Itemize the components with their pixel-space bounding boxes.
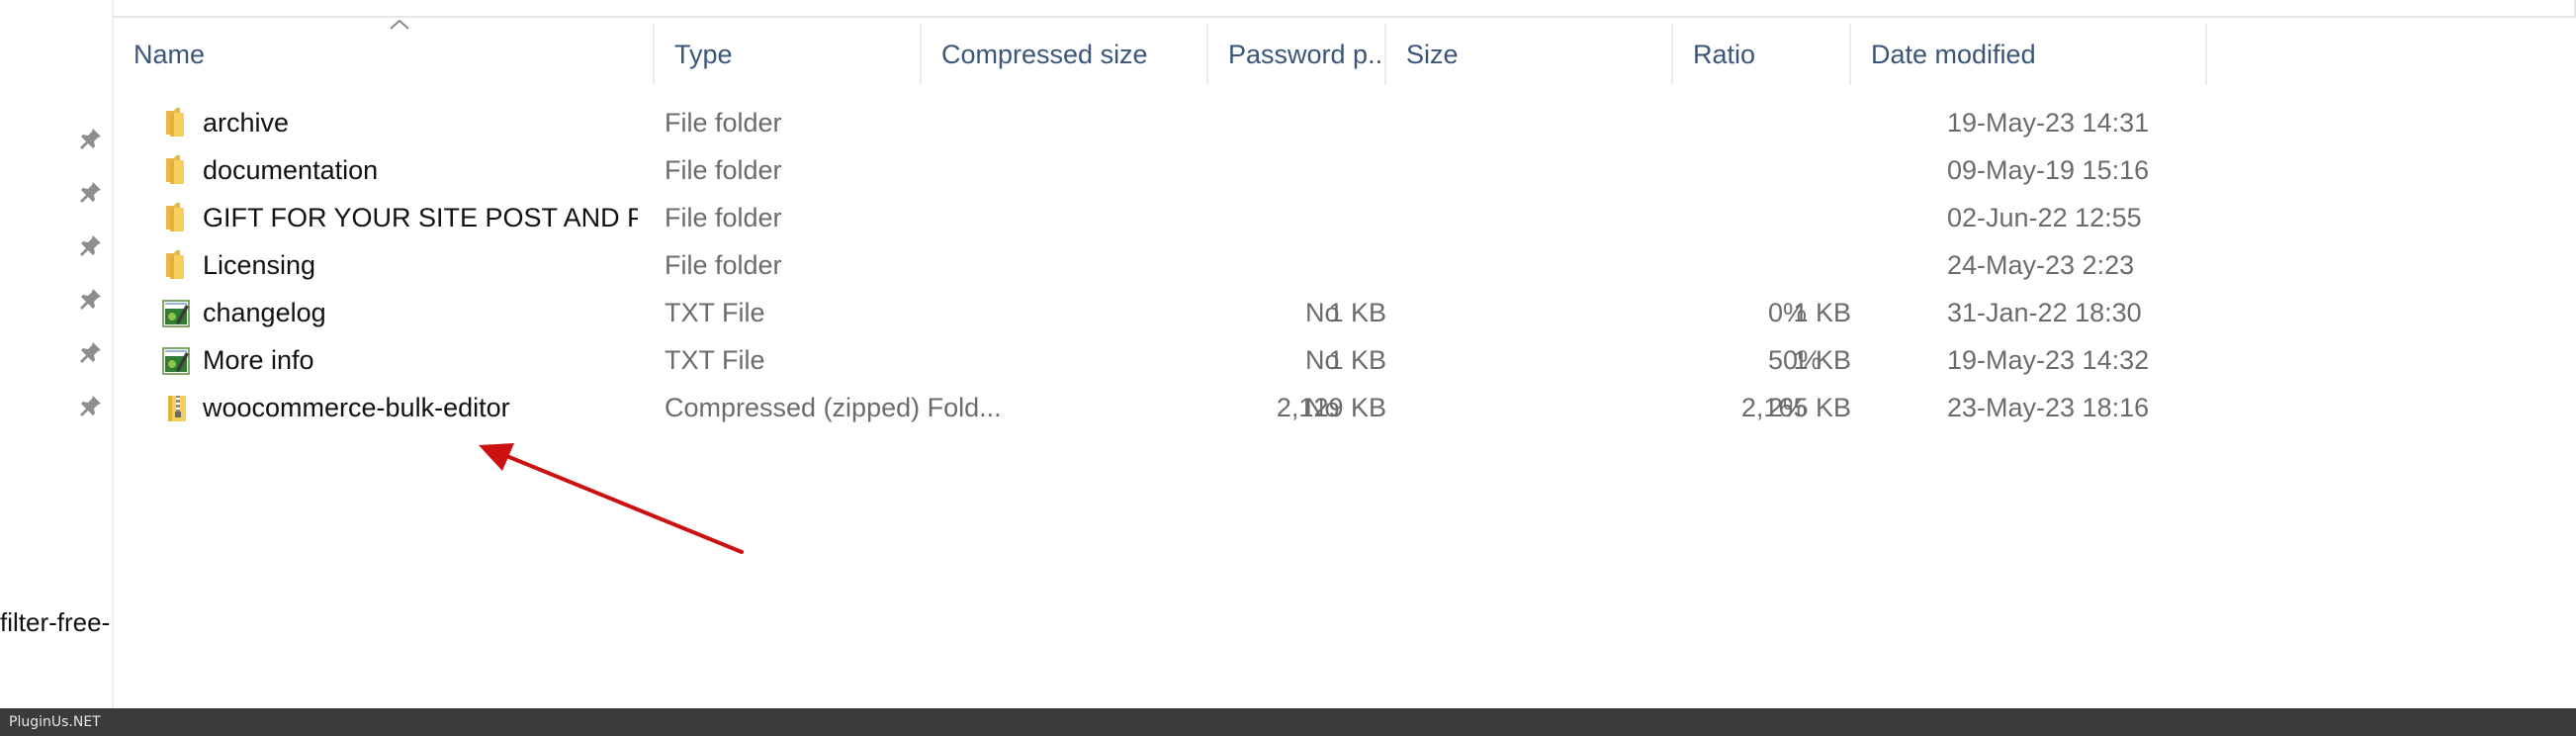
table-row[interactable]: More info TXT File 1 KB No 1 KB 50% 19-May-23 … bbox=[114, 336, 2289, 384]
zip-folder-icon bbox=[168, 396, 186, 421]
folder-icon bbox=[160, 105, 194, 140]
file-ratio bbox=[1768, 241, 1907, 289]
file-type: File folder bbox=[665, 155, 782, 185]
pin-icon[interactable] bbox=[79, 127, 103, 150]
text-file-icon bbox=[162, 347, 190, 375]
file-name: changelog bbox=[203, 298, 326, 327]
pin-icon[interactable] bbox=[79, 287, 103, 311]
text-file-icon bbox=[160, 342, 194, 378]
file-date-modified: 02-Jun-22 12:55 bbox=[1947, 203, 2142, 232]
table-row[interactable]: GIFT FOR YOUR SITE POST AND PA... File fo… bbox=[114, 194, 2289, 241]
column-header-size[interactable]: Size bbox=[1386, 24, 1673, 85]
column-header-compressed-size[interactable]: Compressed size bbox=[922, 24, 1208, 85]
file-date-modified: 19-May-23 14:32 bbox=[1947, 345, 2150, 375]
table-row[interactable]: woocommerce-bulk-editor Compressed (zippe… bbox=[114, 384, 2289, 431]
file-ratio bbox=[1768, 146, 1907, 194]
file-ratio: 2% bbox=[1768, 393, 1808, 422]
file-name: documentation bbox=[203, 155, 379, 185]
watermark-text: PluginUs.NET bbox=[9, 714, 101, 730]
column-header-date-modified[interactable]: Date modified bbox=[1851, 24, 2207, 85]
folder-icon bbox=[160, 200, 194, 235]
file-ratio bbox=[1768, 99, 1907, 146]
file-type: File folder bbox=[665, 203, 782, 232]
text-file-icon bbox=[160, 295, 194, 330]
navigation-pane: -filter-free bbox=[0, 0, 114, 708]
file-type: File folder bbox=[665, 250, 782, 280]
pin-icon[interactable] bbox=[79, 394, 103, 417]
file-name: woocommerce-bulk-editor bbox=[203, 393, 510, 422]
file-ratio bbox=[1768, 194, 1907, 241]
column-header-ratio[interactable]: Ratio bbox=[1673, 24, 1851, 85]
folder-icon bbox=[166, 108, 184, 137]
file-date-modified: 09-May-19 15:16 bbox=[1947, 155, 2150, 185]
folder-icon bbox=[166, 155, 184, 184]
column-header-type[interactable]: Type bbox=[655, 24, 922, 85]
file-type: TXT File bbox=[665, 345, 765, 375]
table-row[interactable]: documentation File folder 09-May-19 15:16 bbox=[114, 146, 2289, 194]
folder-icon bbox=[166, 203, 184, 231]
nav-item-truncated[interactable]: -filter-free bbox=[0, 605, 111, 639]
pin-icon[interactable] bbox=[79, 180, 103, 204]
file-ratio: 0% bbox=[1768, 298, 1808, 327]
file-ratio: 50% bbox=[1768, 345, 1822, 375]
file-name: GIFT FOR YOUR SITE POST AND PA... bbox=[203, 203, 638, 232]
column-header-password[interactable]: Password p... bbox=[1208, 24, 1386, 85]
annotation-arrow bbox=[479, 443, 744, 554]
file-name: archive bbox=[203, 108, 290, 138]
folder-icon bbox=[160, 247, 194, 283]
table-row[interactable]: archive File folder 19-May-23 14:31 bbox=[114, 99, 2289, 146]
file-type: File folder bbox=[665, 108, 782, 138]
watermark-bar: PluginUs.NET bbox=[0, 708, 2576, 736]
file-date-modified: 24-May-23 2:23 bbox=[1947, 250, 2135, 280]
file-name: Licensing bbox=[203, 250, 316, 280]
table-row[interactable]: changelog TXT File 1 KB No 1 KB 0% 31-Jan-22 1… bbox=[114, 289, 2289, 336]
text-file-icon bbox=[162, 300, 190, 327]
file-date-modified: 19-May-23 14:31 bbox=[1947, 108, 2150, 138]
file-type: Compressed (zipped) Fold... bbox=[665, 393, 1002, 422]
pin-icon[interactable] bbox=[79, 340, 103, 364]
folder-icon bbox=[160, 152, 194, 188]
column-header-row: Name Type Compressed size Password p... … bbox=[114, 19, 2289, 85]
file-name: More info bbox=[203, 345, 314, 375]
zip-folder-icon bbox=[160, 390, 194, 425]
pin-icon[interactable] bbox=[79, 233, 103, 257]
top-divider bbox=[114, 0, 2576, 18]
file-type: TXT File bbox=[665, 298, 765, 327]
file-date-modified: 31-Jan-22 18:30 bbox=[1947, 298, 2142, 327]
folder-icon bbox=[166, 250, 184, 279]
table-row[interactable]: Licensing File folder 24-May-23 2:23 bbox=[114, 241, 2289, 289]
column-header-name[interactable]: Name bbox=[114, 24, 655, 85]
file-date-modified: 23-May-23 18:16 bbox=[1947, 393, 2150, 422]
